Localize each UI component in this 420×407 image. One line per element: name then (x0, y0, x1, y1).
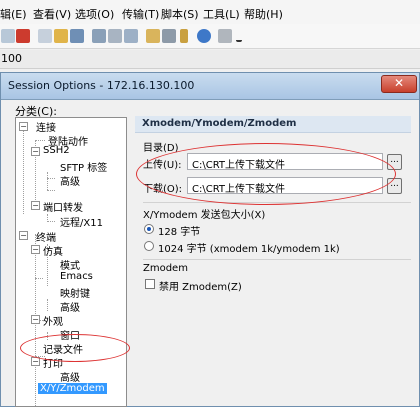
disable-zmodem-checkbox[interactable] (145, 279, 155, 289)
expander-icon[interactable]: − (19, 231, 28, 240)
tree-node[interactable]: 打印 (43, 355, 63, 370)
log-icon[interactable] (124, 29, 138, 43)
menu-options[interactable]: 选项(O) (75, 6, 114, 22)
menu-help[interactable]: 帮助(H) (244, 6, 283, 22)
disable-zmodem-label: 禁用 Zmodem(Z) (159, 282, 242, 293)
download-directory-input[interactable]: C:\CRT上传下载文件 (187, 177, 383, 194)
radio-1024-label: 1024 字节 (xmodem 1k/ymodem 1k) (158, 244, 340, 255)
tree-node[interactable]: 远程/X11 (60, 214, 103, 229)
session-tab[interactable]: 100 (0, 50, 420, 69)
divider (143, 202, 411, 203)
print-setup-icon[interactable] (108, 29, 122, 43)
tree-node[interactable]: SSH2 (43, 145, 70, 156)
tree-node[interactable]: 高级 (60, 369, 80, 384)
tree-node[interactable]: Emacs (60, 271, 93, 282)
tree-node[interactable]: SFTP 标签 (60, 159, 107, 174)
panel-header: Xmodem/Ymodem/Zmodem (135, 116, 411, 133)
directory-label: 目录(D) (143, 143, 179, 154)
menu-bar: 辑(E) 查看(V) 选项(O) 传输(T) 脚本(S) 工具(L) 帮助(H) (0, 0, 420, 25)
radio-1024-bytes[interactable] (144, 241, 154, 251)
session-options-icon[interactable] (146, 29, 160, 43)
radio-128-label: 128 字节 (158, 227, 201, 238)
packet-size-label: X/Ymodem 发送包大小(X) (143, 210, 266, 221)
connect-icon[interactable] (1, 29, 15, 43)
help-icon[interactable] (197, 29, 211, 43)
key-icon[interactable] (180, 29, 188, 43)
copy-icon[interactable] (38, 29, 52, 43)
find-icon[interactable] (70, 29, 84, 43)
download-label: 下载(O): (143, 184, 183, 195)
paste-icon[interactable] (54, 29, 68, 43)
tree-node[interactable]: 映射键 (60, 285, 90, 300)
tree-node[interactable]: 记录文件 (43, 341, 83, 356)
disconnect-icon[interactable] (16, 29, 30, 43)
dialog-title: Session Options - 172.16.130.100 (8, 79, 195, 92)
tree-node[interactable]: 连接 (36, 119, 56, 134)
expander-icon[interactable]: − (19, 122, 28, 131)
menu-transfer[interactable]: 传输(T) (122, 6, 159, 22)
keymap-icon[interactable] (218, 29, 232, 43)
expander-icon[interactable]: − (31, 201, 40, 210)
upload-directory-input[interactable]: C:\CRT上传下载文件 (187, 153, 383, 170)
tree-node[interactable]: 模式 (60, 257, 80, 272)
expander-icon[interactable]: − (31, 245, 40, 254)
global-options-icon[interactable] (162, 29, 176, 43)
expander-icon[interactable]: − (31, 357, 40, 366)
session-tab-label: 100 (1, 52, 22, 65)
tree-node[interactable]: 终端 (36, 229, 56, 244)
tree-node[interactable]: 外观 (43, 313, 63, 328)
session-options-dialog: Session Options - 172.16.130.100 ✕ 分类(C)… (0, 72, 420, 407)
tree-node[interactable]: 高级 (60, 299, 80, 314)
download-browse-button[interactable]: ... (387, 178, 402, 194)
expander-icon[interactable]: − (31, 315, 40, 324)
dialog-titlebar[interactable]: Session Options - 172.16.130.100 ✕ (1, 73, 419, 100)
tree-node[interactable]: 仿真 (43, 243, 63, 258)
menu-tools[interactable]: 工具(L) (203, 6, 240, 22)
upload-label: 上传(U): (143, 160, 182, 171)
expander-icon[interactable]: − (31, 147, 40, 156)
category-tree[interactable]: − 连接 登陆动作 − SSH2 SFTP 标签 高级 − 端口转发 远程/X1… (15, 117, 127, 407)
toolbar-overflow-icon[interactable] (236, 34, 242, 42)
tree-node-selected[interactable]: X/Y/Zmodem (38, 383, 107, 394)
upload-browse-button[interactable]: ... (387, 154, 402, 170)
tree-node[interactable]: 窗口 (60, 327, 80, 342)
tree-node[interactable]: 端口转发 (43, 199, 83, 214)
menu-script[interactable]: 脚本(S) (161, 6, 199, 22)
close-icon[interactable]: ✕ (381, 75, 417, 93)
print-icon[interactable] (92, 29, 106, 43)
tree-node[interactable]: 高级 (60, 173, 80, 188)
menu-edit[interactable]: 辑(E) (0, 6, 27, 22)
panel-header-title: Xmodem/Ymodem/Zmodem (142, 118, 297, 129)
zmodem-label: Zmodem (143, 263, 188, 274)
toolbar (0, 24, 420, 49)
menu-view[interactable]: 查看(V) (33, 6, 71, 22)
radio-128-bytes[interactable] (144, 224, 154, 234)
divider (143, 259, 411, 260)
